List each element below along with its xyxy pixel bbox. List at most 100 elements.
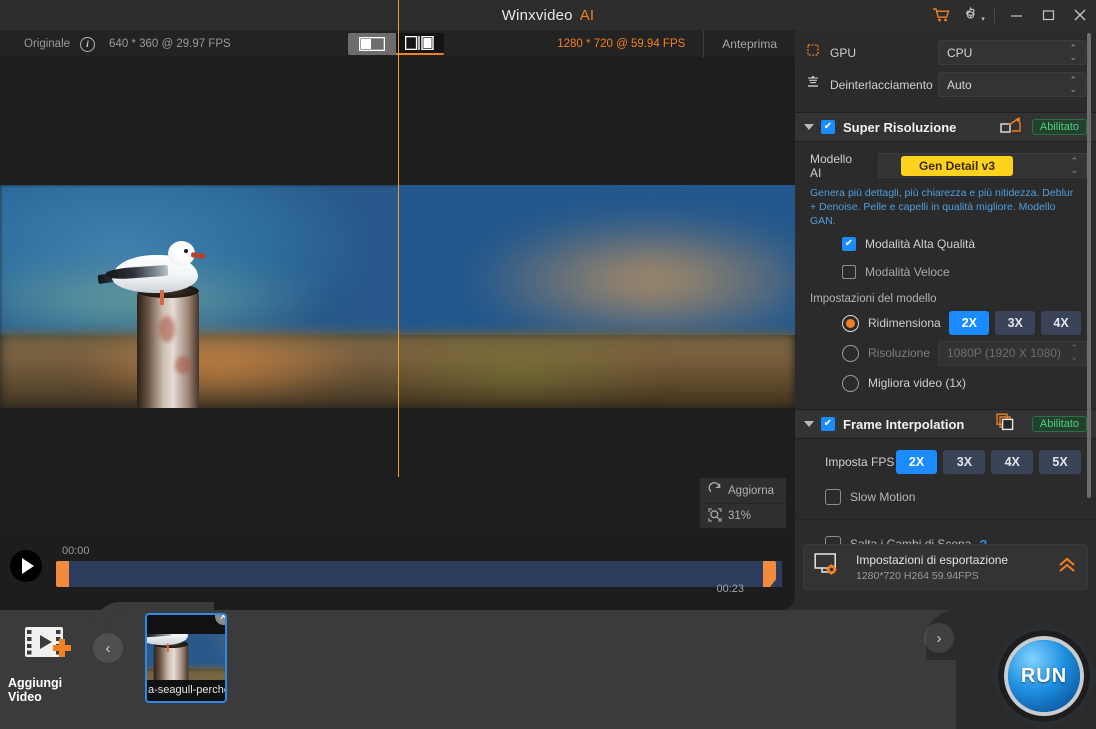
winxvideo-ai-window: Winxvideo AI ▾ Originale i 640 * 360 @ 2… xyxy=(0,0,1096,729)
timeline-trim-start-handle[interactable] xyxy=(56,561,69,587)
double-chevron-up-icon[interactable] xyxy=(1057,556,1077,578)
info-icon[interactable]: i xyxy=(80,37,95,52)
export-settings-icon xyxy=(814,552,844,583)
stump-spot xyxy=(175,356,191,374)
clip-thumbnail[interactable]: a-seagull-perche ✕ xyxy=(145,613,227,703)
split-divider-handle[interactable] xyxy=(398,0,399,477)
add-video-button[interactable]: Aggiungi Video xyxy=(8,618,92,708)
add-video-label: Aggiungi Video xyxy=(8,676,92,704)
fps-2x-button[interactable]: 2X xyxy=(896,450,938,474)
scale-label: Ridimensiona xyxy=(868,316,949,330)
clip-thumbnail-image xyxy=(147,634,225,680)
scale-3x-button[interactable]: 3X xyxy=(995,311,1035,335)
timeline-track[interactable]: 00:23 xyxy=(57,561,782,587)
ai-model-select[interactable]: Gen Detail v3 ⌃⌄ xyxy=(878,153,1087,178)
gpu-chip-icon xyxy=(805,42,821,63)
minimize-button[interactable] xyxy=(1000,0,1032,30)
gpu-row: GPU CPU ⌃⌄ xyxy=(805,40,1086,65)
check-icon: ✔ xyxy=(824,419,832,429)
super-resolution-checkbox[interactable]: ✔ xyxy=(821,120,835,134)
refresh-label: Aggiorna xyxy=(728,485,774,497)
gear-icon[interactable]: ▾ xyxy=(957,0,989,30)
ai-model-label: Modello AI xyxy=(810,152,864,180)
enhance-label: Migliora video (1x) xyxy=(868,376,966,390)
deinterlace-value: Auto xyxy=(947,78,972,92)
scene-ground-green xyxy=(398,340,670,408)
fast-mode-checkbox[interactable] xyxy=(842,265,856,279)
play-button[interactable] xyxy=(10,550,42,582)
high-quality-mode-row[interactable]: ✔ Modalità Alta Qualità xyxy=(810,232,1087,256)
fps-3x-button[interactable]: 3X xyxy=(943,450,985,474)
enhance-option-row[interactable]: Migliora video (1x) xyxy=(810,368,1087,398)
radio-dot xyxy=(846,319,855,328)
resolution-radio[interactable] xyxy=(842,345,859,362)
single-view-button[interactable] xyxy=(348,33,396,55)
super-resolution-header[interactable]: ✔ Super Risoluzione Abilitato xyxy=(795,112,1096,142)
model-settings-label: Impostazioni del modello xyxy=(810,293,1087,305)
refresh-button[interactable]: Aggiorna xyxy=(700,478,786,503)
film-plus-icon xyxy=(23,623,77,670)
clip-close-icon[interactable]: ✕ xyxy=(215,613,227,625)
export-settings-details: 1280*720 H264 59.94FPS xyxy=(856,570,1008,582)
fps-5x-button[interactable]: 5X xyxy=(1039,450,1081,474)
resolution-value: 1080P (1920 X 1080) xyxy=(947,346,1061,360)
preview-toolbar-right: 1280 * 720 @ 59.94 FPS Anteprima xyxy=(557,30,795,58)
scale-radio[interactable] xyxy=(842,315,859,332)
gpu-select[interactable]: CPU ⌃⌄ xyxy=(938,40,1086,65)
ai-model-description: Genera più dettagli, più chiarezza e più… xyxy=(810,186,1087,228)
gull-eye xyxy=(184,249,188,253)
hardware-settings-group: GPU CPU ⌃⌄ Deinterlacciamento Auto ⌃⌄ xyxy=(795,30,1096,112)
enhance-radio[interactable] xyxy=(842,375,859,392)
ai-model-value: Gen Detail v3 xyxy=(901,156,1013,176)
frame-interpolation-checkbox[interactable]: ✔ xyxy=(821,417,835,431)
check-icon: ✔ xyxy=(845,239,853,249)
fast-mode-row[interactable]: Modalità Veloce xyxy=(810,260,1087,284)
fast-mode-label: Modalità Veloce xyxy=(865,265,950,279)
play-icon xyxy=(22,558,34,574)
scale-4x-button[interactable]: 4X xyxy=(1041,311,1081,335)
cart-icon[interactable] xyxy=(925,0,957,30)
resolution-select[interactable]: 1080P (1920 X 1080) ⌃⌄ xyxy=(938,341,1087,366)
zoom-level-button[interactable]: 31% xyxy=(700,503,786,528)
slow-motion-row[interactable]: Slow Motion xyxy=(810,485,1087,509)
resolution-option-row[interactable]: Risoluzione 1080P (1920 X 1080) ⌃⌄ xyxy=(810,338,1087,368)
scale-2x-button[interactable]: 2X xyxy=(949,311,989,335)
source-info-label: 640 * 360 @ 29.97 FPS xyxy=(109,38,231,50)
collapse-triangle-icon[interactable] xyxy=(804,124,814,130)
scale-option-row[interactable]: Ridimensiona 2X 3X 4X xyxy=(810,308,1087,338)
panel-scrollbar-thumb[interactable] xyxy=(1087,33,1091,498)
resize-arrow-icon[interactable] xyxy=(1000,116,1022,139)
refresh-icon xyxy=(708,482,722,499)
split-divider-marker xyxy=(398,52,399,58)
clip-name-label: a-seagull-perche xyxy=(147,679,225,701)
frame-interpolation-header[interactable]: ✔ Frame Interpolation Abilitato xyxy=(795,409,1096,439)
run-button-label: RUN xyxy=(1021,665,1067,688)
deinterlace-select[interactable]: Auto ⌃⌄ xyxy=(938,72,1086,97)
chevron-updown-icon: ⌃⌄ xyxy=(1070,157,1078,175)
view-mode-toggle[interactable] xyxy=(348,33,444,55)
timeline-start-label: 00:00 xyxy=(62,545,90,557)
chevron-updown-icon: ⌃⌄ xyxy=(1070,344,1078,362)
split-view-button[interactable] xyxy=(396,33,444,55)
settings-panel: GPU CPU ⌃⌄ Deinterlacciamento Auto ⌃⌄ xyxy=(795,30,1096,610)
collapse-triangle-icon[interactable] xyxy=(804,421,814,427)
clip-thumbnail-scene xyxy=(147,634,225,680)
enhanced-image-half xyxy=(398,185,795,408)
slow-motion-checkbox[interactable] xyxy=(825,489,841,505)
fps-4x-button[interactable]: 4X xyxy=(991,450,1033,474)
close-button[interactable] xyxy=(1064,0,1096,30)
high-quality-checkbox[interactable]: ✔ xyxy=(842,237,856,251)
tree-stump xyxy=(137,290,199,408)
run-button[interactable]: RUN xyxy=(1008,640,1080,712)
filmstrip-prev-button[interactable]: ‹ xyxy=(93,633,123,663)
frames-stack-icon[interactable] xyxy=(994,413,1016,436)
fps-label: Imposta FPS xyxy=(825,455,896,469)
filmstrip-next-button[interactable]: › xyxy=(924,623,954,653)
timeline-end-label: 00:23 xyxy=(716,583,744,595)
export-settings-card[interactable]: Impostazioni di esportazione 1280*720 H2… xyxy=(803,544,1088,590)
timeline[interactable]: 00:00 00:23 xyxy=(57,545,782,590)
resolution-label: Risoluzione xyxy=(868,346,938,360)
gpu-label: GPU xyxy=(830,46,856,60)
maximize-button[interactable] xyxy=(1032,0,1064,30)
app-title-ai: AI xyxy=(580,7,595,24)
